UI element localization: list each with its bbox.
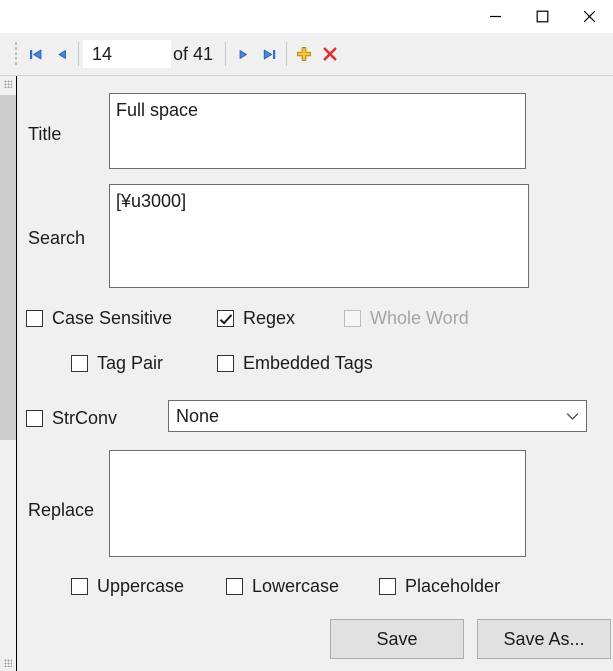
add-record-icon [297,47,312,61]
maximize-icon [536,10,549,23]
delete-record-icon [323,47,337,61]
toolbar-separator-2 [225,42,227,66]
search-options-row-1: Case Sensitive Regex Whole Word [17,308,613,336]
checkbox-whole-word-label: Whole Word [370,308,469,328]
checkbox-lowercase-label: Lowercase [252,576,340,596]
delete-record-button[interactable] [317,39,343,69]
first-record-button[interactable] [22,39,48,69]
checkbox-lowercase-box[interactable] [226,578,243,595]
settings-form: Title Search Case Sensitive Regex Whole … [17,76,613,671]
checkbox-case-sensitive[interactable]: Case Sensitive [26,308,172,329]
checkbox-placeholder[interactable]: Placeholder [379,576,500,597]
maximize-button[interactable] [519,0,566,33]
window-controls [472,0,613,33]
toolbar-separator-3 [286,42,288,66]
window-title-bar [0,0,613,33]
case-options-row: Uppercase Lowercase Placeholder [17,576,613,604]
checkbox-case-sensitive-box[interactable] [26,310,43,327]
first-record-icon [29,49,41,59]
checkbox-embedded-tags-box[interactable] [217,355,234,372]
toolbar-separator-1 [78,42,79,66]
checkbox-whole-word-box [344,310,361,327]
checkbox-placeholder-label: Placeholder [405,576,501,596]
checkbox-uppercase[interactable]: Uppercase [71,576,184,597]
checkbox-strconv-label: StrConv [52,408,118,428]
checkbox-embedded-tags-label: Embedded Tags [243,353,373,373]
chevron-down-icon[interactable] [558,412,586,421]
checkbox-lowercase[interactable]: Lowercase [226,576,339,597]
checkbox-placeholder-box[interactable] [379,578,396,595]
checkbox-tag-pair-box[interactable] [71,355,88,372]
previous-record-icon [58,49,66,59]
strconv-dropdown[interactable]: None [168,400,587,432]
close-button[interactable] [566,0,613,33]
save-button[interactable]: Save [330,619,464,659]
checkbox-tag-pair-label: Tag Pair [97,353,164,373]
minimize-icon [490,15,501,18]
find-replace-panel: Title Search Case Sensitive Regex Whole … [0,76,613,671]
checkbox-whole-word: Whole Word [344,308,469,329]
last-record-button[interactable] [256,39,282,69]
checkbox-strconv[interactable]: StrConv [26,408,117,429]
checkbox-regex-box[interactable] [217,310,234,327]
add-record-button[interactable] [291,39,317,69]
scroll-up-arrow-icon[interactable] [4,80,12,88]
current-page-input[interactable] [83,40,171,68]
checkbox-tag-pair[interactable]: Tag Pair [71,353,163,374]
save-as-button[interactable]: Save As... [477,619,611,659]
checkbox-strconv-box[interactable] [26,410,43,427]
previous-record-button[interactable] [48,39,74,69]
checkbox-case-sensitive-label: Case Sensitive [52,308,173,328]
minimize-button[interactable] [472,0,519,33]
next-record-button[interactable] [230,39,256,69]
title-label: Title [28,124,62,144]
toolbar-grip[interactable] [14,41,18,67]
replace-input[interactable] [109,450,526,557]
checkbox-embedded-tags[interactable]: Embedded Tags [217,353,373,374]
checkbox-uppercase-box[interactable] [71,578,88,595]
next-record-icon [239,49,247,59]
replace-label: Replace [28,500,95,520]
scroll-down-arrow-icon[interactable] [4,659,12,667]
search-label: Search [28,228,86,248]
scrollbar-thumb[interactable] [0,95,16,440]
close-icon [583,10,596,23]
page-total-label: of 41 [173,43,214,64]
search-options-row-2: Tag Pair Embedded Tags [17,353,613,381]
checkbox-regex[interactable]: Regex [217,308,295,329]
record-navigator-toolbar: of 41 [0,33,613,76]
strconv-dropdown-value: None [176,405,220,426]
title-input[interactable] [109,93,526,169]
checkbox-regex-label: Regex [243,308,296,328]
search-input[interactable] [109,184,529,288]
panel-vertical-scrollbar[interactable] [0,76,17,671]
last-record-icon [263,49,275,59]
checkbox-uppercase-label: Uppercase [97,576,185,596]
